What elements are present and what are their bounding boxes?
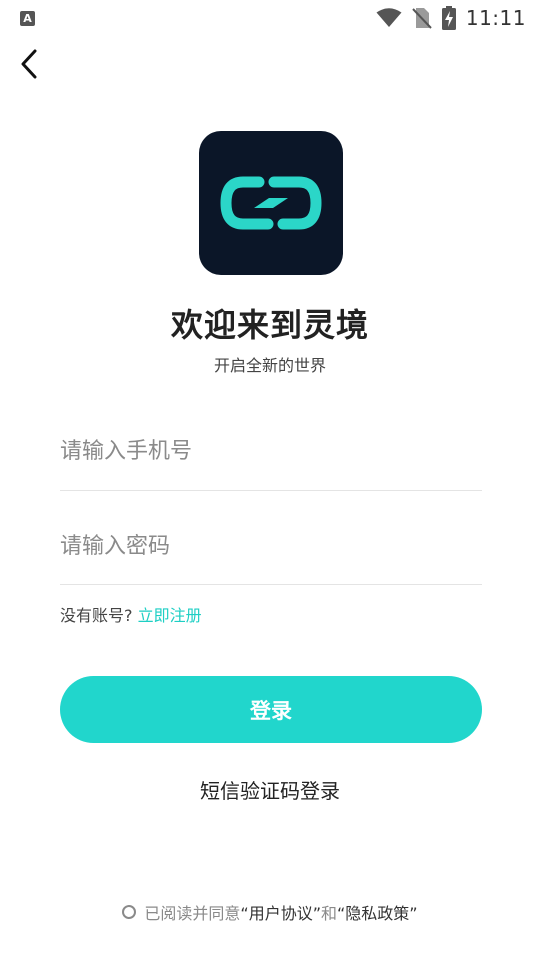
chevron-left-icon	[21, 49, 37, 79]
status-time: 11:11	[465, 6, 526, 30]
login-button[interactable]: 登录	[60, 676, 482, 743]
password-field	[60, 508, 482, 585]
notification-icon: A	[20, 10, 35, 26]
user-agreement-link[interactable]: “用户协议”	[240, 900, 321, 924]
privacy-policy-link[interactable]: “隐私政策”	[337, 900, 418, 924]
app-logo	[199, 131, 343, 275]
password-input[interactable]	[60, 508, 482, 584]
wifi-icon	[376, 8, 402, 27]
agreement-and: 和	[321, 904, 338, 923]
back-button[interactable]	[14, 46, 44, 82]
status-bar-right: 11:11	[376, 6, 526, 30]
status-bar: A 11:11	[0, 0, 540, 36]
sms-login-link[interactable]: 短信验证码登录	[0, 775, 540, 804]
agreement-row: 已阅读并同意 “用户协议” 和 “隐私政策”	[0, 900, 540, 924]
no-sim-icon	[412, 8, 432, 29]
register-link[interactable]: 立即注册	[138, 606, 202, 625]
no-account-text: 没有账号?	[60, 606, 133, 625]
welcome-subtitle: 开启全新的世界	[213, 356, 326, 375]
login-screen: A 11:11 欢迎来到灵境 开启全新的世界 请输入手机号 没有账号? 立即注册…	[0, 0, 540, 960]
agreement-prefix: 已阅读并同意	[144, 904, 241, 923]
phone-input[interactable]	[60, 413, 482, 490]
register-row: 没有账号? 立即注册	[60, 602, 202, 626]
welcome-title: 欢迎来到灵境	[170, 306, 369, 344]
phone-field	[60, 413, 482, 491]
battery-charging-icon	[441, 6, 456, 30]
agree-radio[interactable]	[122, 905, 137, 919]
status-bar-left: A	[20, 10, 35, 26]
link-logo-icon	[220, 176, 322, 230]
